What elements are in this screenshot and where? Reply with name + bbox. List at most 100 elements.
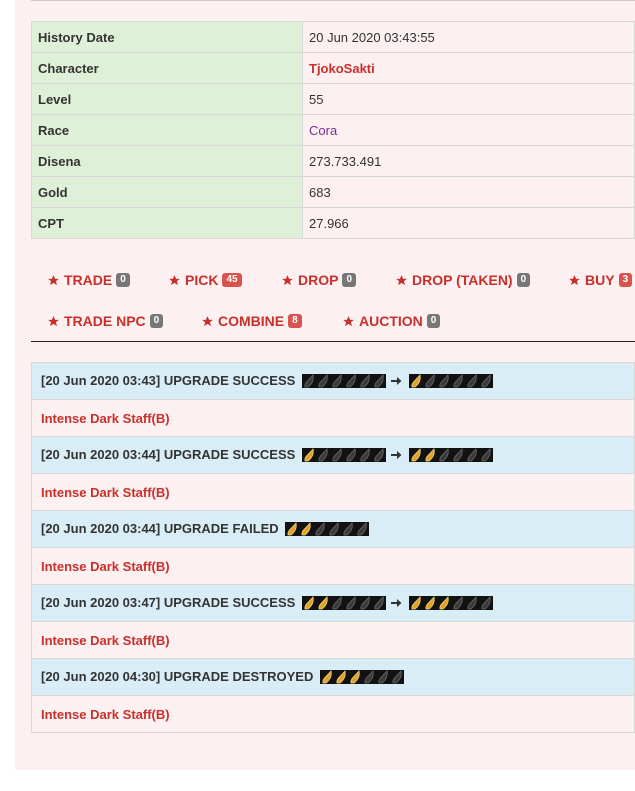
star-icon: [202, 315, 213, 326]
flame-icon: [411, 595, 421, 610]
flame-icon: [392, 669, 402, 684]
flame-icon: [364, 669, 374, 684]
flame-icon: [336, 669, 346, 684]
filter-count-badge: 0: [516, 273, 531, 287]
filter-pick[interactable]: PICK 45: [168, 272, 242, 288]
upgrade-level-flames: [285, 521, 370, 536]
arrow-right-icon: [390, 376, 402, 385]
history-filter-links: TRADE 0 PICK 45 DROP 0 DROP (TAKEN) 0 BU…: [31, 262, 635, 342]
flame-icon: [374, 447, 384, 462]
flame-icon: [481, 595, 491, 610]
filter-label: COMBINE: [218, 313, 285, 329]
filter-label: AUCTION: [359, 313, 423, 329]
flame-icon: [467, 447, 477, 462]
flame-icon: [411, 373, 421, 388]
filter-divider: [31, 341, 635, 342]
item-name-link[interactable]: Intense Dark Staff(B): [31, 695, 635, 733]
info-value: 683: [302, 176, 635, 208]
flame-icon: [425, 447, 435, 462]
log-event-text: [20 Jun 2020 04:30] UPGRADE DESTROYED: [41, 669, 314, 685]
upgrade-level-flames: [408, 373, 493, 388]
info-key: CPT: [31, 207, 303, 239]
flame-icon: [332, 595, 342, 610]
flame-icon: [350, 669, 360, 684]
upgrade-level-flames: [301, 373, 386, 388]
flame-icon: [346, 373, 356, 388]
log-item-row: Intense Dark Staff(B): [31, 547, 635, 585]
flame-icon: [318, 373, 328, 388]
flame-icon: [322, 669, 332, 684]
flame-icon: [360, 595, 370, 610]
log-item-row: Intense Dark Staff(B): [31, 399, 635, 437]
item-name-link[interactable]: Intense Dark Staff(B): [31, 399, 635, 437]
flame-icon: [378, 669, 388, 684]
flame-icon: [453, 447, 463, 462]
top-divider: [31, 0, 635, 1]
flame-icon: [315, 521, 325, 536]
flame-icon: [346, 447, 356, 462]
log-event-row: [20 Jun 2020 03:44] UPGRADE FAILED: [31, 510, 635, 548]
filter-buy[interactable]: BUY 3: [568, 272, 633, 288]
filter-trade[interactable]: TRADE 0: [47, 272, 130, 288]
log-event-row: [20 Jun 2020 03:44] UPGRADE SUCCESS: [31, 436, 635, 474]
log-event-row: [20 Jun 2020 03:47] UPGRADE SUCCESS: [31, 584, 635, 622]
info-key: Gold: [31, 176, 303, 208]
upgrade-level-display: [299, 447, 493, 462]
flame-icon: [481, 373, 491, 388]
info-key: Character: [31, 52, 303, 84]
upgrade-level-display: [282, 521, 370, 536]
arrow-right-icon: [390, 450, 402, 459]
filter-label: DROP (TAKEN): [412, 272, 513, 288]
upgrade-level-flames: [301, 595, 386, 610]
character-info-table: History Date 20 Jun 2020 03:43:55 Charac…: [31, 21, 635, 239]
star-icon: [569, 274, 580, 285]
log-event-cell: [20 Jun 2020 03:44] UPGRADE FAILED: [31, 510, 635, 548]
filter-count-badge: 0: [426, 314, 441, 328]
flame-icon: [287, 521, 297, 536]
flame-icon: [374, 373, 384, 388]
filter-label: TRADE NPC: [64, 313, 146, 329]
log-item-row: Intense Dark Staff(B): [31, 695, 635, 733]
flame-icon: [360, 373, 370, 388]
info-row-level: Level 55: [31, 83, 635, 115]
flame-icon: [439, 447, 449, 462]
log-event-text: [20 Jun 2020 03:44] UPGRADE SUCCESS: [41, 447, 296, 463]
flame-icon: [467, 595, 477, 610]
flame-icon: [332, 447, 342, 462]
character-name-link[interactable]: TjokoSakti: [302, 52, 635, 84]
info-value: 55: [302, 83, 635, 115]
filter-auction[interactable]: AUCTION 0: [342, 313, 441, 329]
info-row-gold: Gold 683: [31, 176, 635, 208]
item-name-link[interactable]: Intense Dark Staff(B): [31, 473, 635, 511]
flame-icon: [304, 373, 314, 388]
info-value: 20 Jun 2020 03:43:55: [302, 21, 635, 53]
upgrade-level-flames: [320, 669, 404, 684]
filter-count-badge: 0: [149, 314, 164, 328]
log-item-row: Intense Dark Staff(B): [31, 473, 635, 511]
item-name-link[interactable]: Intense Dark Staff(B): [31, 547, 635, 585]
filter-trade-npc[interactable]: TRADE NPC 0: [47, 313, 164, 329]
info-value: 27.966: [302, 207, 635, 239]
info-key: Disena: [31, 145, 303, 177]
star-icon: [396, 274, 407, 285]
filter-combine[interactable]: COMBINE 8: [201, 313, 302, 329]
flame-icon: [343, 521, 353, 536]
star-icon: [343, 315, 354, 326]
flame-icon: [301, 521, 311, 536]
flame-icon: [425, 373, 435, 388]
flame-icon: [467, 373, 477, 388]
flame-icon: [439, 595, 449, 610]
flame-icon: [304, 447, 314, 462]
filter-drop[interactable]: DROP 0: [281, 272, 357, 288]
info-key: Race: [31, 114, 303, 146]
info-value: Cora: [302, 114, 635, 146]
filter-drop-taken[interactable]: DROP (TAKEN) 0: [395, 272, 531, 288]
flame-icon: [332, 373, 342, 388]
flame-icon: [425, 595, 435, 610]
upgrade-level-flames: [408, 447, 493, 462]
star-icon: [48, 274, 59, 285]
upgrade-level-display: [299, 595, 493, 610]
info-row-history-date: History Date 20 Jun 2020 03:43:55: [31, 21, 635, 53]
item-name-link[interactable]: Intense Dark Staff(B): [31, 621, 635, 659]
filter-label: DROP: [298, 272, 339, 288]
